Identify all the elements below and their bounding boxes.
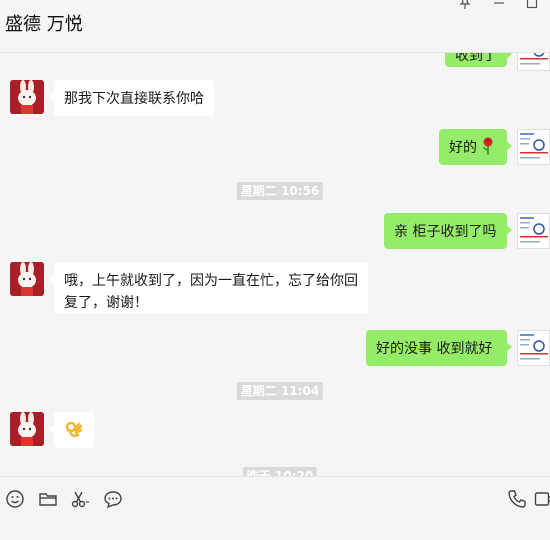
self-avatar[interactable] — [517, 330, 550, 366]
message-list[interactable]: 收到了 那我下次直接联系你哈 好的 星期二 10:56 亲 柜子收到了吗 哦，上… — [0, 53, 550, 476]
emoji-icon[interactable] — [5, 489, 25, 509]
chat-title: 盛德 万悦 — [5, 14, 83, 35]
input-toolbar — [0, 476, 550, 540]
contact-avatar[interactable] — [10, 262, 44, 296]
self-avatar[interactable] — [517, 129, 550, 165]
minimize-icon[interactable] — [492, 0, 506, 10]
rabbit-avatar-icon — [10, 262, 44, 296]
message-bubble-self[interactable]: 好的没事 收到就好 — [366, 330, 512, 366]
avatar-image-icon — [520, 133, 548, 159]
video-icon[interactable] — [534, 489, 550, 509]
pin-icon[interactable] — [458, 0, 472, 10]
ok-hand-emoji-icon — [65, 421, 83, 438]
scissors-icon[interactable] — [70, 489, 90, 509]
contact-avatar[interactable] — [10, 80, 44, 114]
avatar-image-icon — [520, 217, 548, 243]
title-bar: 盛德 万悦 — [0, 0, 550, 53]
message-bubble-contact[interactable]: 哦，上午就收到了，因为一直在忙，忘了给你回 复了，谢谢！ — [49, 262, 368, 314]
phone-icon[interactable] — [507, 489, 527, 509]
self-avatar[interactable] — [517, 213, 550, 249]
folder-icon[interactable] — [38, 489, 58, 509]
avatar-image-icon — [520, 53, 548, 65]
rabbit-avatar-icon — [10, 412, 44, 446]
timestamp-badge: 昨天 10:20 — [242, 467, 318, 476]
timestamp-badge: 星期二 10:56 — [236, 182, 324, 200]
avatar-image-icon — [520, 334, 548, 360]
timestamp-badge: 星期二 11:04 — [236, 382, 324, 400]
maximize-icon[interactable] — [525, 0, 539, 10]
message-bubble-contact[interactable] — [49, 412, 94, 448]
message-bubble-self[interactable]: 收到了 — [445, 53, 512, 67]
message-bubble-self[interactable]: 亲 柜子收到了吗 — [384, 213, 512, 249]
self-avatar[interactable] — [517, 53, 550, 71]
message-bubble-self[interactable]: 好的 — [439, 129, 512, 165]
rabbit-avatar-icon — [10, 80, 44, 114]
rose-emoji-icon — [483, 137, 493, 155]
contact-avatar[interactable] — [10, 412, 44, 446]
chat-bubble-icon[interactable] — [103, 489, 123, 509]
message-bubble-contact[interactable]: 那我下次直接联系你哈 — [49, 80, 214, 116]
